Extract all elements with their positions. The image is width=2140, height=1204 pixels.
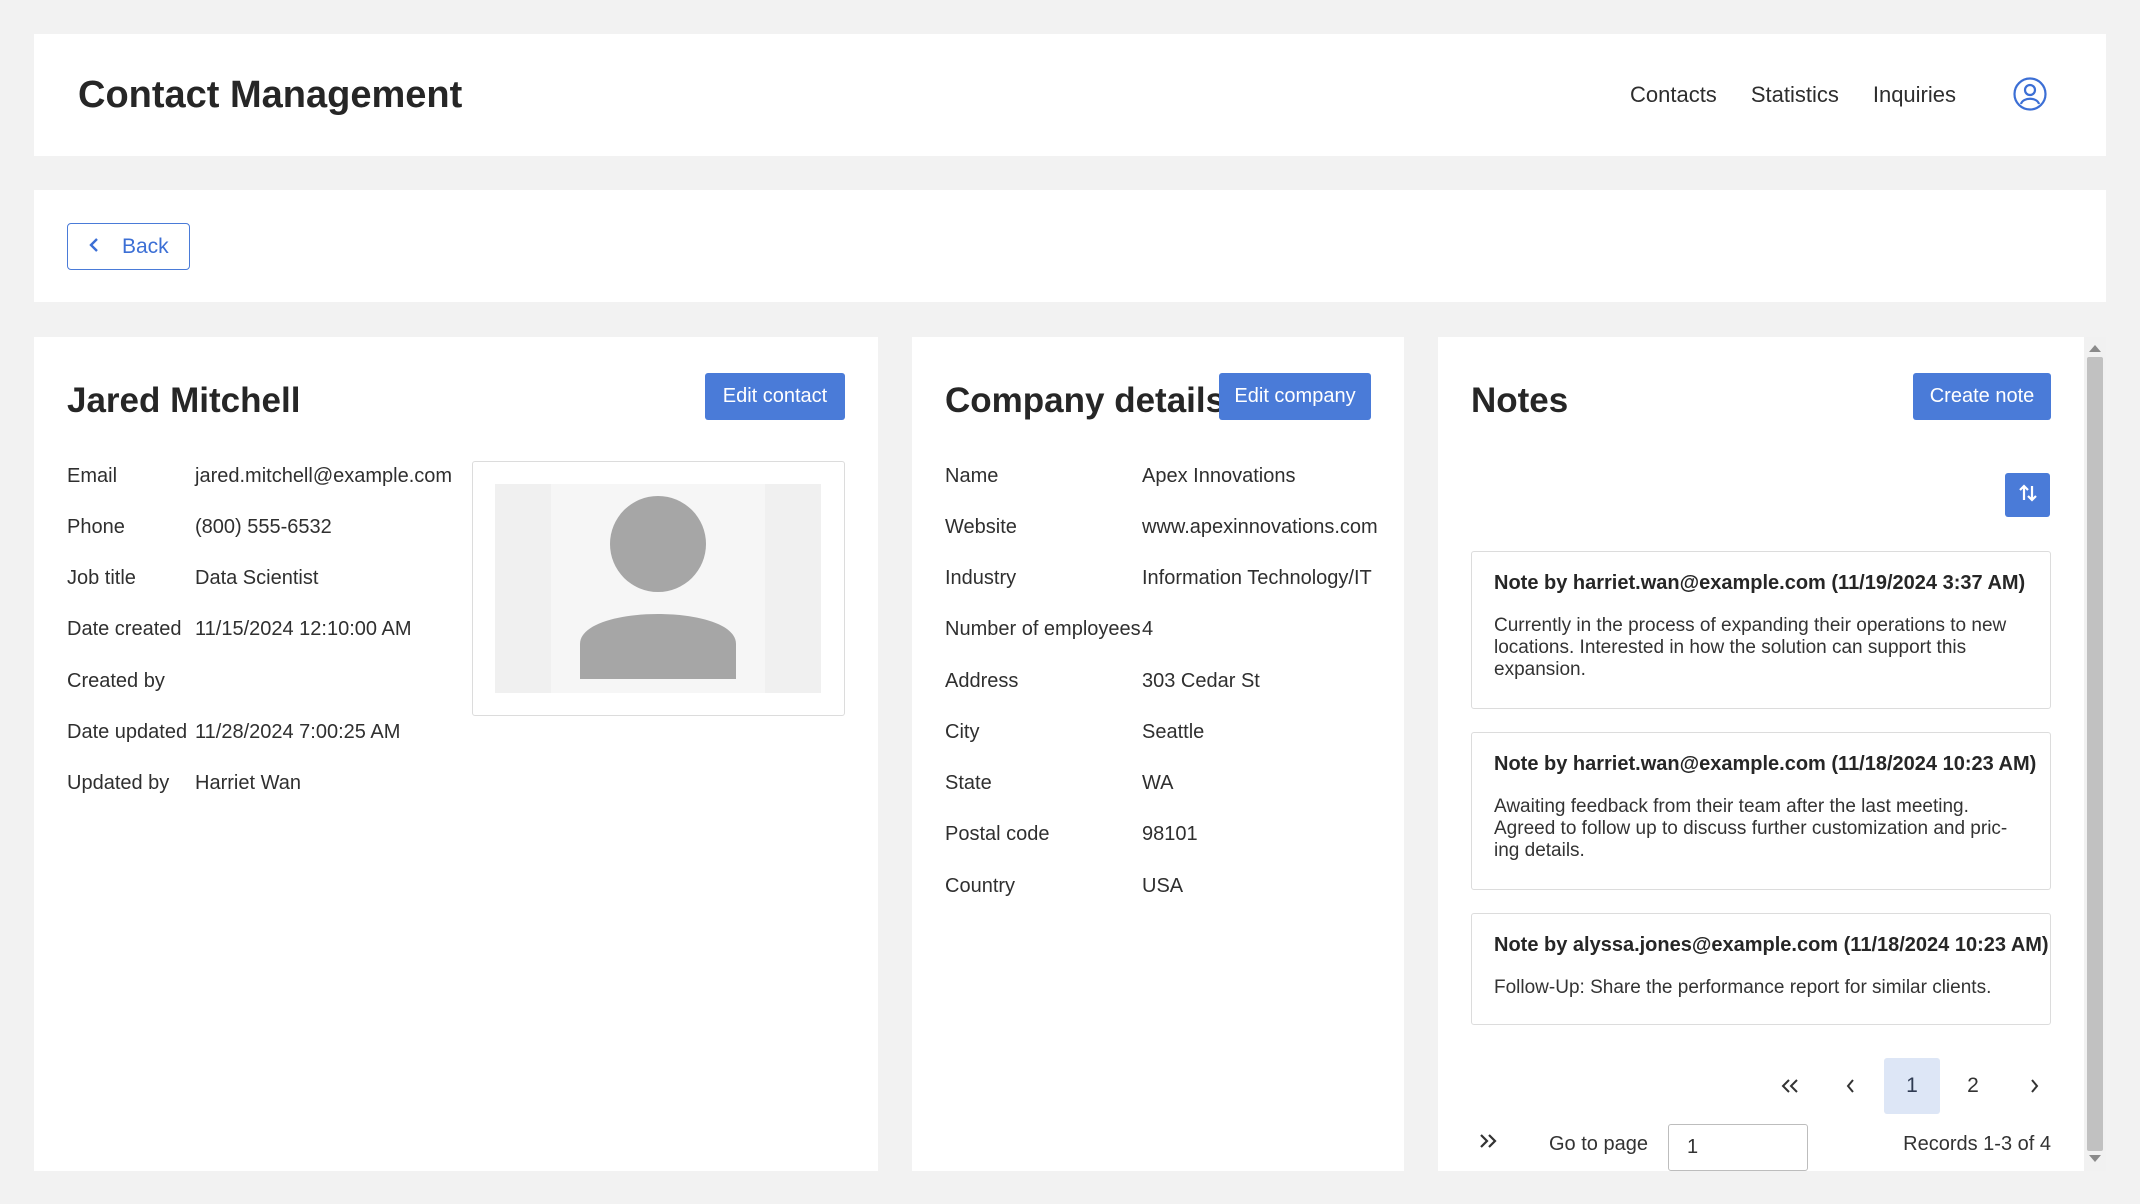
contact-email-value: jared.mitchell@example.com [195, 465, 453, 487]
contact-field-label: Email [67, 465, 118, 487]
sort-arrows-icon [2018, 482, 2038, 509]
last-page-button[interactable] [1478, 1131, 1508, 1161]
notes-title: Notes [1471, 381, 1569, 420]
nav-statistics[interactable]: Statistics [1751, 82, 1839, 108]
contact-field-label: Job title [67, 567, 136, 589]
note-heading: Note by alyssa.jones@example.com (11/18/… [1494, 934, 2049, 956]
person-placeholder-icon [495, 484, 821, 693]
company-state-value: WA [1142, 772, 1174, 794]
chevron-left-icon [88, 235, 100, 259]
note-line: locations. Interested in how the solutio… [1494, 637, 1967, 658]
company-details-title: Company details [945, 381, 1226, 420]
company-name-value: Apex Innovations [1142, 465, 1296, 487]
contact-name: Jared Mitchell [67, 381, 301, 420]
contact-field-label: Created by [67, 670, 165, 692]
back-bar: Back [34, 190, 2106, 302]
contact-phone-value: (800) 555-6532 [195, 516, 332, 538]
company-field-label: Number of employees [945, 618, 1141, 640]
scroll-up-icon[interactable] [2089, 345, 2101, 352]
note-line: Follow-Up: Share the performance report … [1494, 977, 1992, 998]
note-body: Awaiting feedback from their team after … [1494, 796, 2028, 862]
contact-field-label: Updated by [67, 772, 170, 794]
note-line: Agreed to follow up to discuss further c… [1494, 818, 2008, 839]
chevron-right-icon [2031, 1079, 2039, 1093]
nav-inquiries[interactable]: Inquiries [1873, 82, 1956, 108]
note-line: Currently in the process of expanding th… [1494, 615, 2007, 636]
note-line: ing details. [1494, 840, 1585, 861]
note-card: Note by harriet.wan@example.com (11/19/2… [1471, 551, 2051, 709]
app-title: Contact Management [78, 74, 463, 116]
note-heading: Note by harriet.wan@example.com (11/19/2… [1494, 572, 2026, 594]
contact-field-label: Date created [67, 618, 182, 640]
back-button-label: Back [122, 234, 169, 258]
sort-notes-button[interactable] [2005, 473, 2050, 517]
nav-contacts[interactable]: Contacts [1630, 82, 1717, 108]
contact-dateupdated-value: 11/28/2024 7:00:25 AM [195, 721, 401, 743]
prev-page-button[interactable] [1823, 1058, 1879, 1114]
note-card: Note by alyssa.jones@example.com (11/18/… [1471, 913, 2051, 1025]
pagination: 1 2 [1757, 1058, 2062, 1114]
company-employees-value: 4 [1142, 618, 1154, 640]
chevron-left-icon [1846, 1079, 1854, 1093]
next-page-button[interactable] [2006, 1058, 2062, 1114]
user-circle-icon[interactable] [2012, 76, 2048, 112]
double-chevron-right-icon [1480, 1134, 1497, 1148]
edit-company-button[interactable]: Edit company [1219, 373, 1371, 420]
company-website-value: www.apexinnovations.com [1142, 516, 1378, 538]
company-field-label: State [945, 772, 992, 794]
edit-contact-button[interactable]: Edit contact [705, 373, 845, 420]
contact-updatedby-value: Harriet Wan [195, 772, 301, 794]
contact-photo-frame [472, 461, 845, 716]
note-body: Follow-Up: Share the performance report … [1494, 977, 2028, 999]
company-field-label: Website [945, 516, 1017, 538]
company-city-value: Seattle [1142, 721, 1205, 743]
goto-page-label: Go to page [1549, 1133, 1648, 1155]
page-1-button[interactable]: 1 [1884, 1058, 1940, 1114]
note-body: Currently in the process of expanding th… [1494, 615, 2028, 681]
contact-panel: Jared Mitchell Edit contact Email jared.… [34, 337, 878, 1171]
note-line: Awaiting feedback from their team after … [1494, 796, 1969, 817]
company-field-label: Postal code [945, 823, 1050, 845]
note-line: expansion. [1494, 659, 1586, 680]
contact-datecreated-value: 11/15/2024 12:10:00 AM [195, 618, 412, 640]
main-nav: Contacts Statistics Inquiries [1630, 82, 1956, 108]
top-header: Contact Management Contacts Statistics I… [34, 34, 2106, 156]
records-count: Records 1-3 of 4 [1903, 1133, 2051, 1155]
page-2-button[interactable]: 2 [1945, 1058, 2001, 1114]
company-field-label: Country [945, 875, 1016, 897]
company-field-label: City [945, 721, 980, 743]
company-panel: Company details Edit company Name Apex I… [912, 337, 1404, 1171]
company-field-label: Address [945, 670, 1019, 692]
notes-panel: Notes Create note Note by harriet.wan@ex… [1438, 337, 2084, 1171]
contact-jobtitle-value: Data Scientist [195, 567, 319, 589]
scroll-down-icon[interactable] [2089, 1155, 2101, 1162]
first-page-button[interactable] [1762, 1058, 1818, 1114]
company-industry-value: Information Technology/IT [1142, 567, 1372, 589]
double-chevron-left-icon [1781, 1079, 1798, 1093]
note-heading: Note by harriet.wan@example.com (11/18/2… [1494, 753, 2037, 775]
note-card: Note by harriet.wan@example.com (11/18/2… [1471, 732, 2051, 890]
company-postalcode-value: 98101 [1142, 823, 1198, 845]
company-field-label: Industry [945, 567, 1017, 589]
company-field-label: Name [945, 465, 999, 487]
create-note-button[interactable]: Create note [1913, 373, 2051, 420]
page-scrollbar[interactable] [2084, 337, 2106, 1171]
goto-page-input[interactable] [1668, 1124, 1808, 1171]
back-button[interactable]: Back [67, 223, 190, 270]
scroll-thumb[interactable] [2087, 357, 2103, 1151]
contact-field-label: Phone [67, 516, 125, 538]
contact-field-label: Date updated [67, 721, 188, 743]
company-country-value: USA [1142, 875, 1184, 897]
company-address-value: 303 Cedar St [1142, 670, 1260, 692]
